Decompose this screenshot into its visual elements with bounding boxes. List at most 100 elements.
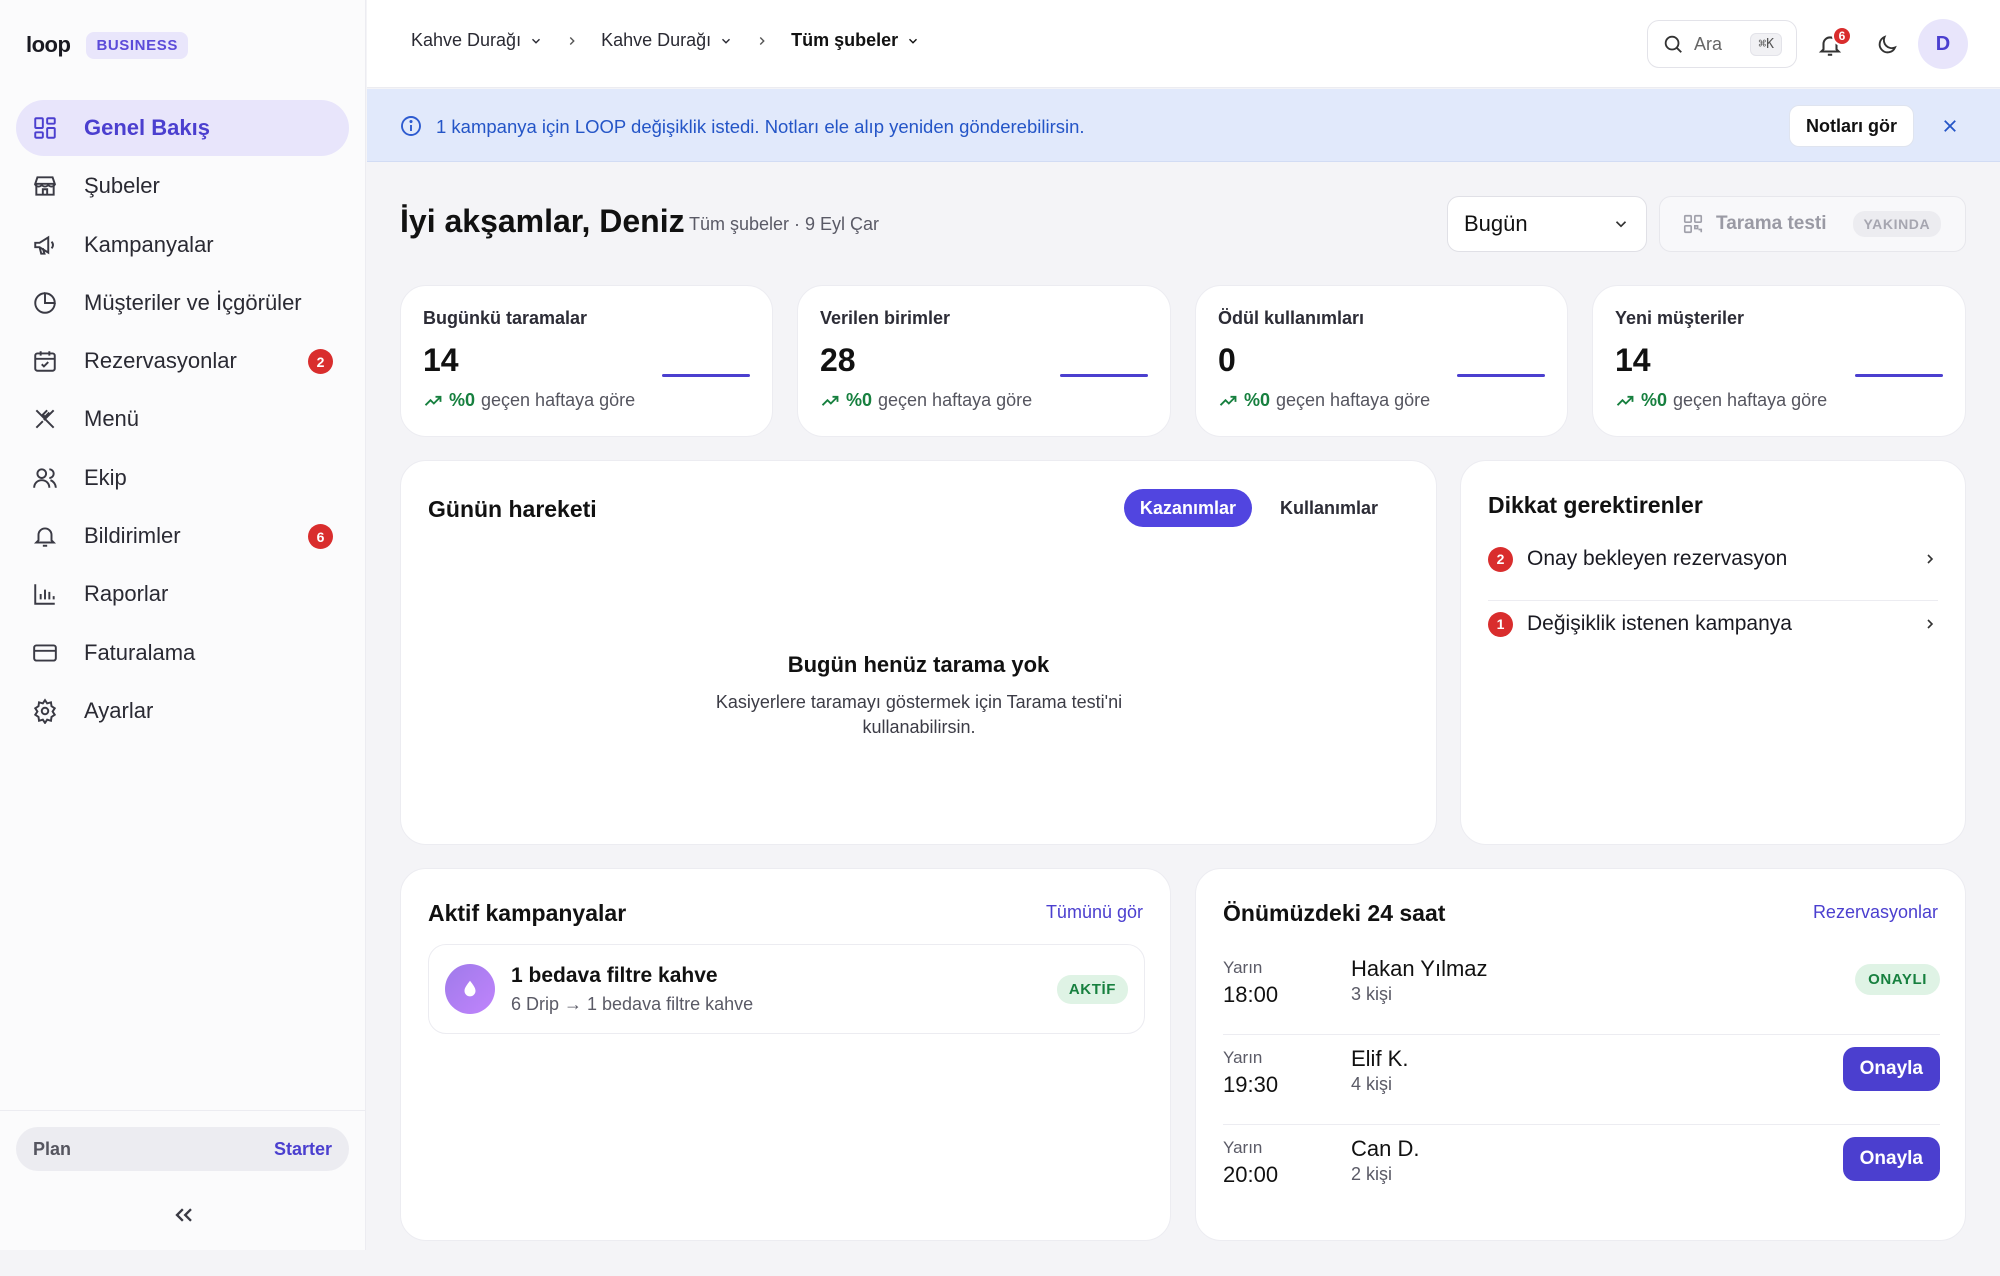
reservation-name: Elif K.	[1351, 1046, 1409, 1071]
sidebar-item-ayarlar[interactable]: Ayarlar	[16, 683, 349, 739]
reservation-day: Yarın	[1223, 1048, 1263, 1067]
empty-state-title: Bugün henüz tarama yok	[787, 652, 1050, 677]
search-button[interactable]: Ara ⌘K	[1647, 20, 1797, 68]
trending-up-icon	[1615, 391, 1635, 411]
sidebar-item-menu[interactable]: Menü	[16, 391, 349, 447]
stat-title: Yeni müşteriler	[1615, 308, 1745, 328]
scan-test-button: Tarama testi YAKINDA	[1659, 196, 1966, 252]
chevron-right-icon	[1922, 551, 1938, 567]
gear-icon	[32, 698, 58, 724]
topbar: Kahve Durağı Kahve Durağı Tüm şubeler Ar…	[367, 0, 2000, 88]
reservation-time: 20:00	[1223, 1162, 1279, 1187]
store-icon	[32, 173, 58, 199]
reservation-row: Yarın 20:00 Can D. 2 kişi Onayla	[1223, 1124, 1940, 1214]
info-icon	[399, 114, 423, 138]
avatar[interactable]: D	[1918, 19, 1968, 69]
chevron-down-icon	[1612, 215, 1630, 233]
reservation-time: 18:00	[1223, 982, 1279, 1007]
sidebar-item-musteriler[interactable]: Müşteriler ve İçgörüler	[16, 275, 349, 331]
utensils-icon	[32, 406, 58, 432]
breadcrumb-brand[interactable]: Kahve Durağı	[601, 30, 733, 51]
reservation-name: Can D.	[1351, 1136, 1420, 1161]
qr-code-icon	[1682, 213, 1704, 235]
stat-percent: %0	[1641, 390, 1668, 410]
logo[interactable]: loop	[26, 32, 71, 58]
plan-value: Starter	[273, 1138, 332, 1159]
close-icon[interactable]	[1941, 117, 1959, 135]
trending-up-icon	[820, 391, 840, 411]
stat-trend: %0 geçen haftaya göre	[1218, 390, 1430, 411]
activity-card: Günün hareketi Kazanımlar Kullanımlar Bu…	[400, 460, 1437, 845]
approve-button[interactable]: Onayla	[1842, 1047, 1940, 1091]
sidebar-item-label: Ayarlar	[84, 697, 154, 723]
sidebar-item-label: Rezervasyonlar	[84, 348, 237, 374]
tab-earnings[interactable]: Kazanımlar	[1123, 489, 1252, 527]
sidebar-item-ekip[interactable]: Ekip	[16, 450, 349, 506]
plan-indicator[interactable]: Plan Starter	[16, 1127, 349, 1171]
trending-up-icon	[423, 391, 443, 411]
attention-item-pending-reservations[interactable]: 2 Onay bekleyen rezervasyon	[1488, 527, 1938, 591]
view-notes-button[interactable]: Notları gör	[1789, 105, 1915, 147]
sidebar-item-subeler[interactable]: Şubeler	[16, 158, 349, 214]
attention-count: 1	[1488, 611, 1513, 637]
breadcrumb-label: Kahve Durağı	[411, 30, 522, 50]
upcoming-reservations-card: Önümüzdeki 24 saat Rezervasyonlar Yarın …	[1195, 868, 1966, 1241]
reservation-day: Yarın	[1223, 1138, 1263, 1157]
campaign-item[interactable]: 1 bedava filtre kahve 6 Drip → 1 bedava …	[428, 944, 1145, 1034]
sidebar-item-kampanyalar[interactable]: Kampanyalar	[16, 217, 349, 273]
coming-soon-badge: YAKINDA	[1852, 211, 1942, 237]
status-badge: ONAYLI	[1855, 964, 1940, 995]
info-banner: 1 kampanya için LOOP değişiklik istedi. …	[367, 89, 2000, 162]
stat-card-redemptions: Ödül kullanımları 0 %0 geçen haftaya gör…	[1195, 285, 1568, 437]
breadcrumb: Kahve Durağı Kahve Durağı Tüm şubeler	[411, 30, 920, 51]
drop-icon	[459, 978, 481, 1000]
reservations-link[interactable]: Rezervasyonlar	[1813, 902, 1938, 923]
sparkline	[1855, 374, 1943, 377]
breadcrumb-branch[interactable]: Tüm şubeler	[791, 30, 920, 51]
activity-tabs: Kazanımlar Kullanımlar	[1123, 489, 1394, 527]
empty-state-description: Kasiyerlere taramayı göstermek için Tara…	[715, 692, 1123, 737]
collapse-sidebar-icon[interactable]	[170, 1201, 198, 1229]
attention-item-campaign-changes[interactable]: 1 Değişiklik istenen kampanya	[1488, 592, 1938, 656]
sidebar-item-faturalama[interactable]: Faturalama	[16, 625, 349, 681]
sidebar-item-genel-bakis[interactable]: Genel Bakış	[16, 100, 349, 156]
sidebar-item-label: Kampanyalar	[84, 231, 214, 257]
calendar-icon	[32, 348, 58, 374]
sidebar-item-label: Ekip	[84, 464, 127, 490]
status-badge: AKTİF	[1056, 974, 1128, 1004]
moon-icon[interactable]	[1875, 33, 1899, 57]
approve-button[interactable]: Onayla	[1842, 1137, 1940, 1181]
reservation-row: Yarın 19:30 Elif K. 4 kişi Onayla	[1223, 1034, 1940, 1124]
stat-value: 14	[423, 342, 459, 378]
sidebar-item-bildirimler[interactable]: Bildirimler 6	[16, 508, 349, 564]
sidebar-item-raporlar[interactable]: Raporlar	[16, 566, 349, 622]
period-select[interactable]: Bugün	[1447, 196, 1647, 252]
tab-redemptions[interactable]: Kullanımlar	[1264, 489, 1394, 527]
sidebar-item-rezervasyonlar[interactable]: Rezervasyonlar 2	[16, 333, 349, 389]
stat-card-new-customers: Yeni müşteriler 14 %0 geçen haftaya göre	[1592, 285, 1966, 437]
reservation-row: Yarın 18:00 Hakan Yılmaz 3 kişi ONAYLI	[1223, 944, 1940, 1034]
search-shortcut: ⌘K	[1750, 32, 1782, 56]
users-icon	[32, 465, 58, 491]
campaigns-title: Aktif kampanyalar	[428, 900, 627, 926]
notification-count-badge: 6	[1832, 26, 1852, 46]
stat-value: 28	[820, 342, 856, 378]
activity-title: Günün hareketi	[428, 496, 597, 522]
chevron-right-icon	[755, 34, 769, 48]
view-all-link[interactable]: Tümünü gör	[1046, 902, 1143, 923]
page-subtitle: Tüm şubeler · 9 Eyl Çar	[689, 214, 880, 234]
sparkline	[662, 374, 750, 377]
sidebar-item-label: Şubeler	[84, 173, 160, 199]
reservation-party-size: 3 kişi	[1351, 984, 1393, 1004]
bell-icon	[32, 523, 58, 549]
reservation-party-size: 4 kişi	[1351, 1074, 1393, 1094]
dashboard-icon	[32, 115, 58, 141]
sidebar-item-label: Faturalama	[84, 639, 196, 665]
breadcrumb-label: Kahve Durağı	[601, 30, 712, 50]
banner-text: 1 kampanya için LOOP değişiklik istedi. …	[436, 116, 1085, 137]
sidebar-footer: Plan Starter	[0, 1110, 366, 1250]
breadcrumb-business[interactable]: Kahve Durağı	[411, 30, 543, 51]
sidebar: loop BUSINESS Genel Bakış Şubeler Kampan…	[0, 0, 366, 1250]
plan-label: Plan	[33, 1138, 72, 1159]
sidebar-item-label: Menü	[84, 406, 140, 432]
